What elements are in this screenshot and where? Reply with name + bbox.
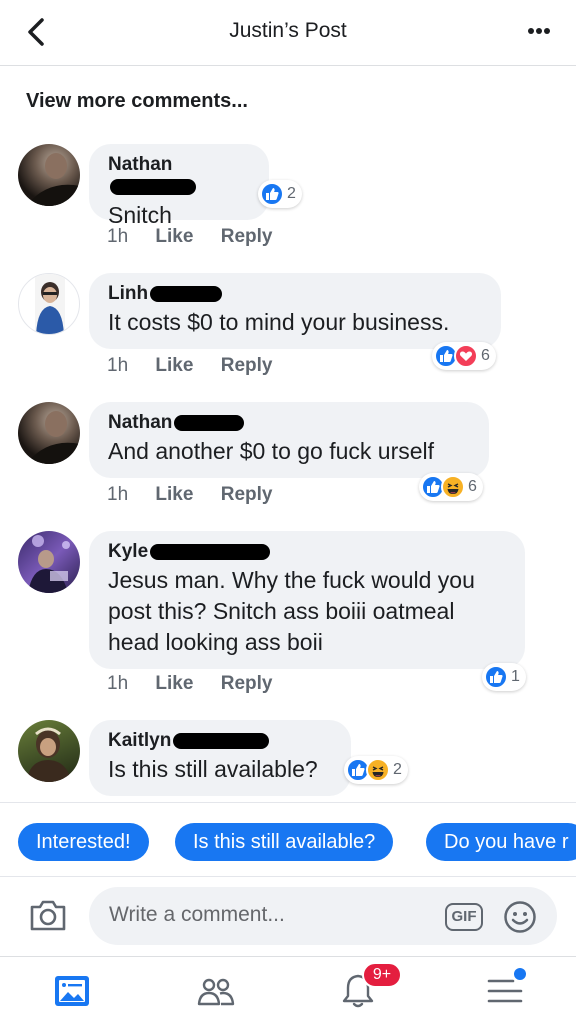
- avatar[interactable]: [18, 144, 80, 206]
- news-feed-icon[interactable]: [52, 971, 92, 1011]
- menu-new-dot: [514, 968, 526, 980]
- commenter-name[interactable]: Nathan: [108, 412, 245, 434]
- like-button[interactable]: Like: [155, 355, 193, 376]
- comment-text: Jesus man. Why the fuck would you post t…: [108, 567, 475, 655]
- redaction-mark: [174, 414, 245, 431]
- comment-composer: Write a comment... GIF: [0, 876, 576, 956]
- quick-reply-still-available[interactable]: Is this still available?: [175, 823, 394, 861]
- header-bar: Justin’s Post: [0, 0, 576, 66]
- redaction-mark: [150, 543, 271, 560]
- comment-input-placeholder: Write a comment...: [109, 903, 285, 926]
- comment-bubble: Kaitlyn Is this still available?: [89, 720, 351, 796]
- avatar[interactable]: [18, 402, 80, 464]
- comment-bubble: Nathan Snitch: [89, 144, 269, 228]
- commenter-name[interactable]: Kyle: [108, 541, 271, 563]
- more-options-icon[interactable]: [524, 18, 554, 44]
- comment-actions: 1h Like Reply: [107, 484, 294, 506]
- redaction-mark: [150, 285, 223, 302]
- reaction-summary[interactable]: 6: [432, 342, 496, 370]
- reply-button[interactable]: Reply: [221, 484, 273, 505]
- avatar[interactable]: [18, 531, 80, 593]
- like-button[interactable]: Like: [155, 484, 193, 505]
- reply-button[interactable]: Reply: [221, 355, 273, 376]
- commenter-name[interactable]: Kaitlyn: [108, 730, 270, 752]
- comment-bubble: Kyle Jesus man. Why the fuck would you p…: [89, 531, 525, 669]
- gif-button[interactable]: GIF: [445, 903, 483, 931]
- like-reaction-icon: [260, 182, 284, 206]
- avatar[interactable]: [18, 720, 80, 782]
- comment-time: 1h: [107, 226, 129, 247]
- quick-replies-bar: Interested! Is this still available? Do …: [0, 802, 576, 876]
- haha-reaction-icon: [366, 758, 390, 782]
- reaction-count: 6: [481, 347, 490, 364]
- comment-input[interactable]: Write a comment... GIF: [89, 887, 557, 945]
- reply-button[interactable]: Reply: [221, 673, 273, 694]
- comment-time: 1h: [107, 673, 129, 694]
- notification-badge: 9+: [362, 962, 402, 988]
- reaction-summary[interactable]: 2: [258, 180, 302, 208]
- camera-icon[interactable]: [28, 897, 68, 933]
- comment-bubble: Linh It costs $0 to mind your business.: [89, 273, 501, 349]
- emoji-icon[interactable]: [503, 900, 537, 934]
- reaction-summary[interactable]: 1: [482, 663, 526, 691]
- reaction-summary[interactable]: 2: [344, 756, 408, 784]
- like-reaction-icon: [484, 665, 508, 689]
- quick-reply-interested[interactable]: Interested!: [18, 823, 149, 861]
- reaction-count: 1: [511, 668, 520, 685]
- bottom-tab-bar: [0, 956, 576, 1024]
- comment-text: Is this still available?: [108, 756, 318, 782]
- view-more-comments-link[interactable]: View more comments...: [26, 90, 248, 113]
- reaction-count: 2: [287, 185, 296, 202]
- comment-text: And another $0 to go fuck urself: [108, 438, 435, 464]
- avatar[interactable]: [18, 273, 80, 335]
- comment-time: 1h: [107, 355, 129, 376]
- comment-actions: 1h Like Reply: [107, 355, 294, 377]
- comment-bubble: Nathan And another $0 to go fuck urself: [89, 402, 489, 478]
- comment-actions: 1h Like Reply: [107, 226, 294, 248]
- love-reaction-icon: [454, 344, 478, 368]
- commenter-name[interactable]: Linh: [108, 283, 223, 305]
- comment-time: 1h: [107, 484, 129, 505]
- redaction-mark: [173, 732, 270, 749]
- redaction-mark: [110, 178, 196, 195]
- comment-text: It costs $0 to mind your business.: [108, 309, 450, 335]
- like-button[interactable]: Like: [155, 673, 193, 694]
- reaction-count: 2: [393, 761, 402, 778]
- friends-icon[interactable]: [196, 971, 236, 1011]
- reaction-summary[interactable]: 6: [419, 473, 483, 501]
- reply-button[interactable]: Reply: [221, 226, 273, 247]
- commenter-name[interactable]: Nathan: [108, 154, 251, 198]
- quick-reply-do-you-have[interactable]: Do you have r: [426, 823, 576, 861]
- comment-actions: 1h Like Reply: [107, 673, 294, 695]
- page-title: Justin’s Post: [229, 19, 347, 42]
- like-button[interactable]: Like: [155, 226, 193, 247]
- reaction-count: 6: [468, 478, 477, 495]
- haha-reaction-icon: [441, 475, 465, 499]
